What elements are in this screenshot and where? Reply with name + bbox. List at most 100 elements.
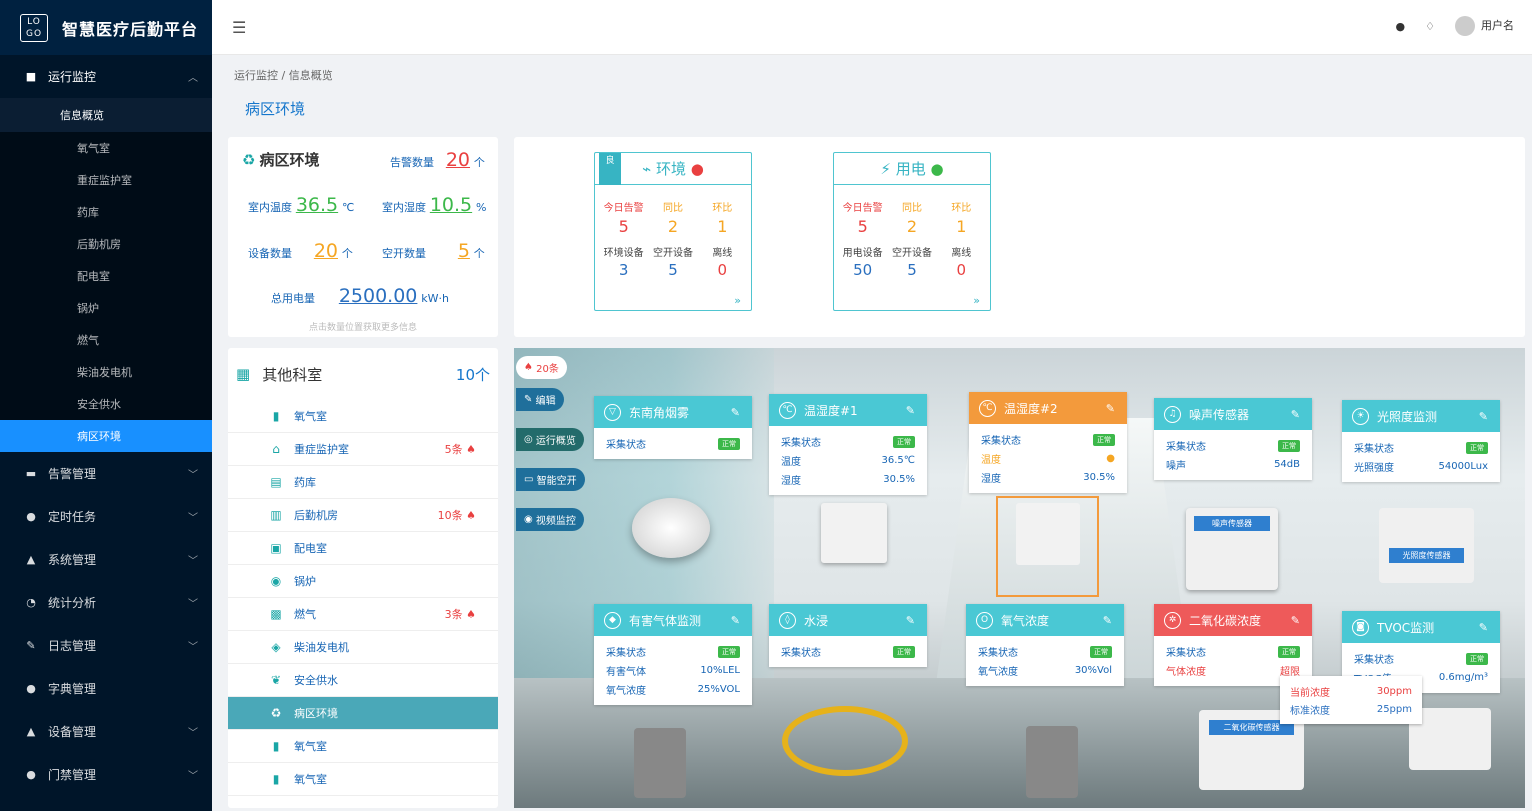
dept-item[interactable]: ◉ 锅炉: [228, 565, 498, 598]
card-title: 水浸: [804, 613, 829, 628]
edit-icon[interactable]: ✎: [1291, 408, 1300, 421]
dept-name: 锅炉: [294, 575, 316, 588]
menu-access[interactable]: ● 门禁管理 ﹀: [0, 753, 212, 796]
mom-label: 环比: [951, 203, 972, 214]
power-value[interactable]: 2500.00: [339, 285, 418, 307]
oxygen-detector-image: [1026, 726, 1078, 798]
power-unit: kW·h: [421, 292, 449, 305]
card-title: 有害气体监测: [629, 613, 702, 628]
user-name: 用户名: [1481, 19, 1514, 32]
sidebar-item-water[interactable]: 安全供水: [0, 388, 212, 420]
today-alarm-label: 今日告警: [603, 203, 644, 214]
sidebar-item-boiler[interactable]: 锅炉: [0, 292, 212, 324]
dept-item[interactable]: ▤ 药库: [228, 466, 498, 499]
dept-item[interactable]: ▮ 氧气室: [228, 763, 498, 796]
dept-item[interactable]: ▩ 燃气 3条 ♠: [228, 598, 498, 631]
dept-item[interactable]: ▣ 配电室: [228, 532, 498, 565]
edit-icon[interactable]: ✎: [1479, 410, 1488, 423]
alarm-value[interactable]: 20: [446, 149, 470, 171]
menu-schedule[interactable]: ● 定时任务 ﹀: [0, 495, 212, 538]
more-icon[interactable]: »: [973, 294, 980, 307]
device-value[interactable]: 20: [314, 240, 338, 262]
dept-item[interactable]: ◈ 柴油发电机: [228, 631, 498, 664]
speaker-icon: ♫: [1164, 405, 1181, 423]
light-card[interactable]: ☀ 光照度监测 ✎ 采集状态 正常 光照强度 54000Lux: [1342, 400, 1500, 482]
search-icon[interactable]: ●: [1396, 20, 1406, 33]
edit-button[interactable]: ✎ 编辑: [516, 388, 564, 411]
ward-title: 病区环境: [259, 151, 320, 169]
sidebar-item-power-room[interactable]: 配电室: [0, 260, 212, 292]
menu-run-monitor[interactable]: ■ 运行监控 ︿: [0, 55, 212, 98]
noise-card[interactable]: ♫ 噪声传感器 ✎ 采集状态 正常 噪声 54dB: [1154, 398, 1312, 480]
sensor-image: [821, 503, 887, 563]
menu-label: 系统管理: [48, 553, 97, 567]
dept-item[interactable]: ⌂ 重症监护室 5条 ♠: [228, 433, 498, 466]
harmful-gas-card[interactable]: ◆ 有害气体监测 ✎ 采集状态 正常 有害气体 10%LEL 氧气浓度 25%VOL: [594, 604, 752, 705]
menu-device[interactable]: ▲ 设备管理 ﹀: [0, 710, 212, 753]
edit-icon[interactable]: ✎: [731, 406, 740, 419]
sidebar-item-oxygen[interactable]: 氧气室: [0, 132, 212, 164]
submenu-overview[interactable]: 信息概览: [0, 98, 212, 132]
humidity-value[interactable]: 10.5: [430, 194, 472, 216]
edit-icon[interactable]: ✎: [1103, 614, 1112, 627]
dept-item[interactable]: ▮ 氧气室: [228, 400, 498, 433]
edit-icon[interactable]: ✎: [906, 614, 915, 627]
today-alarm-value: 5: [857, 217, 868, 236]
alarm-count-button[interactable]: ♠ 20条: [516, 356, 567, 379]
mom-value: 1: [717, 217, 728, 236]
sidebar-item-gas[interactable]: 燃气: [0, 324, 212, 356]
co2-card[interactable]: ✲ 二氧化碳浓度 ✎ 采集状态 正常 气体浓度 超限: [1154, 604, 1312, 686]
temp-humidity-1-card[interactable]: ℃ 温湿度#1 ✎ 采集状态 正常 温度 36.5℃ 湿度 30.5%: [769, 394, 927, 495]
water-leak-card[interactable]: ◊ 水浸 ✎ 采集状态 正常: [769, 604, 927, 667]
sidebar-item-ward-env[interactable]: 病区环境: [0, 420, 212, 452]
sidebar-item-diesel[interactable]: 柴油发电机: [0, 356, 212, 388]
video-button[interactable]: ◉ 视频监控: [516, 508, 584, 531]
sidebar-item-pharmacy[interactable]: 药库: [0, 196, 212, 228]
warning-icon: ●: [1106, 453, 1115, 464]
gas-icon: ◆: [604, 611, 621, 629]
menu-alarm[interactable]: ▬ 告警管理 ﹀: [0, 452, 212, 495]
dept-name: 配电室: [294, 542, 327, 555]
edit-icon[interactable]: ✎: [906, 404, 915, 417]
status-ok: 正常: [1466, 652, 1488, 665]
chevron-down-icon: ﹀: [188, 513, 198, 524]
power-title: 用电: [895, 160, 926, 178]
dept-item[interactable]: ▮ 氧气室: [228, 730, 498, 763]
oxygen-card[interactable]: O 氧气浓度 ✎ 采集状态 正常 氧气浓度 30%Vol: [966, 604, 1124, 686]
menu-toggle-icon[interactable]: ☰: [232, 18, 246, 37]
menu-log[interactable]: ✎ 日志管理 ﹀: [0, 624, 212, 667]
menu-stats[interactable]: ◔ 统计分析 ﹀: [0, 581, 212, 624]
dept-item-active[interactable]: ♻ 病区环境: [228, 697, 498, 730]
sidebar-item-icu[interactable]: 重症监护室: [0, 164, 212, 196]
status-ok: 正常: [718, 645, 740, 658]
temp-value[interactable]: 36.5: [296, 194, 338, 216]
power-panel[interactable]: ⚡ 用电 ● 今日告警 同比 环比 5 2 1 用电设备 空开设备 离线 50 …: [833, 152, 991, 311]
smart-switch-button[interactable]: ▭ 智能空开: [516, 468, 585, 491]
dept-item[interactable]: ❦ 安全供水: [228, 664, 498, 697]
overview-button[interactable]: ◎ 运行概览: [516, 428, 584, 451]
env-panel[interactable]: 良 ⌁ 环境 ● 今日告警 同比 环比 5 2 1 环境设备 空开设备 离线 3…: [594, 152, 752, 311]
user-menu[interactable]: 用户名: [1455, 16, 1514, 36]
edit-icon[interactable]: ✎: [1479, 621, 1488, 634]
humidity-unit: %: [475, 201, 487, 214]
edit-icon[interactable]: ✎: [731, 614, 740, 627]
temp-humidity-2-card[interactable]: ℃ 温湿度#2 ✎ 采集状态 正常 温度 ● 湿度 30.5%: [969, 392, 1127, 493]
menu-dict[interactable]: ● 字典管理: [0, 667, 212, 710]
dept-name: 氧气室: [294, 773, 327, 786]
menu-label: 运行监控: [48, 70, 97, 84]
edit-icon[interactable]: ✎: [1291, 614, 1300, 627]
sidebar-item-machine-room[interactable]: 后勤机房: [0, 228, 212, 260]
switch-value[interactable]: 5: [458, 240, 470, 262]
triangle-icon: ▲: [26, 553, 36, 566]
edit-icon[interactable]: ✎: [1106, 402, 1115, 415]
dept-name: 氧气室: [294, 410, 327, 423]
card-title: 东南角烟雾: [629, 405, 690, 420]
hospital-icon: ⌂: [272, 442, 280, 456]
dept-item[interactable]: ▥ 后勤机房 10条 ♠: [228, 499, 498, 532]
logo-row: LO GO 智慧医疗后勤平台: [0, 0, 212, 55]
menu-system[interactable]: ▲ 系统管理 ﹀: [0, 538, 212, 581]
smoke-card[interactable]: ▽ 东南角烟雾 ✎ 采集状态 正常: [594, 396, 752, 459]
chevron-down-icon: ﹀: [188, 599, 198, 610]
bell-icon[interactable]: ♢: [1425, 20, 1435, 33]
more-icon[interactable]: »: [734, 294, 741, 307]
